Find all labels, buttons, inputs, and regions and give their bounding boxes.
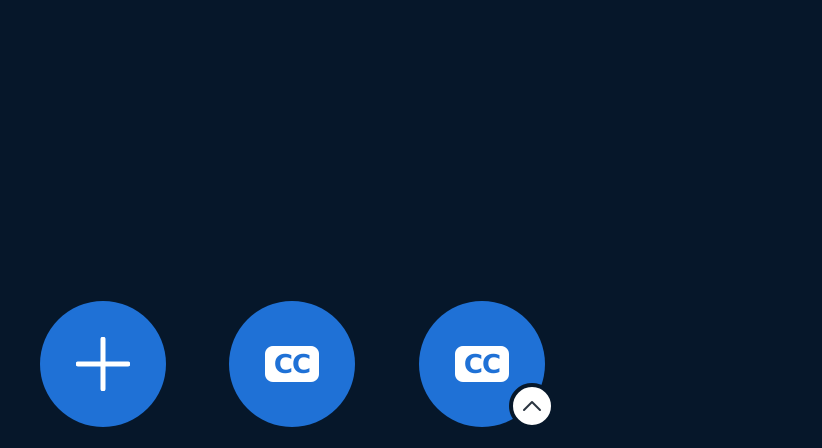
expand-options-button[interactable]	[509, 383, 555, 429]
closed-captions-button[interactable]: CC	[229, 301, 355, 427]
closed-captions-icon: CC	[455, 346, 509, 382]
chevron-up-icon	[523, 401, 541, 411]
closed-captions-icon: CC	[265, 346, 319, 382]
plus-icon	[76, 337, 130, 391]
canvas: CC CC	[0, 0, 822, 448]
add-button[interactable]	[40, 301, 166, 427]
cc-label: CC	[463, 350, 501, 380]
cc-label: CC	[273, 350, 311, 380]
